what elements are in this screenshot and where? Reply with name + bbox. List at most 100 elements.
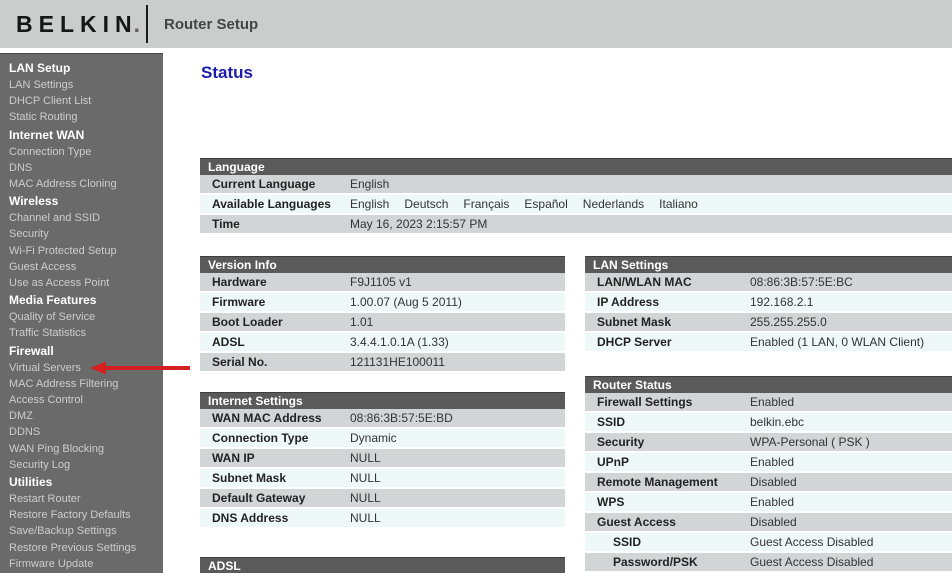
table-row: UPnP Enabled bbox=[585, 453, 952, 473]
row-value: NULL bbox=[350, 511, 381, 525]
internet-settings-table-header: Internet Settings bbox=[200, 392, 565, 409]
sidebar-item-quality-of-service[interactable]: Quality of Service bbox=[9, 309, 163, 325]
table-row: Connection Type Dynamic bbox=[200, 429, 565, 449]
row-value: 121131HE100011 bbox=[350, 355, 445, 369]
language-table: Language Current Language English Available… bbox=[200, 158, 952, 235]
row-value: Dynamic bbox=[350, 431, 397, 445]
row-value: May 16, 2023 2:15:57 PM bbox=[350, 217, 488, 231]
sidebar-item-virtual-servers[interactable]: Virtual Servers bbox=[9, 360, 163, 376]
row-value: belkin.ebc bbox=[750, 415, 805, 429]
row-label: ADSL bbox=[212, 335, 245, 349]
sidebar-item-use-as-access-point[interactable]: Use as Access Point bbox=[9, 275, 163, 291]
sidebar-item-wi-fi-protected-setup[interactable]: Wi-Fi Protected Setup bbox=[9, 243, 163, 259]
adsl-table-header: ADSL bbox=[200, 557, 565, 573]
sidebar-item-save-backup-settings[interactable]: Save/Backup Settings bbox=[9, 523, 163, 539]
table-row: IP Address 192.168.2.1 bbox=[585, 293, 952, 313]
header-divider bbox=[146, 5, 149, 43]
table-row: Hardware F9J1105 v1 bbox=[200, 273, 565, 293]
table-row: SSID belkin.ebc bbox=[585, 413, 952, 433]
row-label: Time bbox=[212, 217, 240, 231]
sidebar-item-internet-wan: Internet WAN bbox=[9, 127, 85, 142]
language-option[interactable]: Español bbox=[524, 197, 567, 211]
row-label: Remote Management bbox=[597, 475, 718, 489]
row-label: Connection Type bbox=[212, 431, 309, 445]
sidebar-item-restore-previous-settings[interactable]: Restore Previous Settings bbox=[9, 540, 163, 556]
row-label: SSID bbox=[613, 535, 642, 549]
row-value: NULL bbox=[350, 491, 381, 505]
sidebar-item-security-log[interactable]: Security Log bbox=[9, 457, 163, 473]
sidebar-item-media-features: Media Features bbox=[9, 293, 97, 308]
row-label: Subnet Mask bbox=[597, 315, 672, 329]
sidebar-item-lan-settings[interactable]: LAN Settings bbox=[9, 77, 163, 93]
row-label: Security bbox=[597, 435, 645, 449]
row-label: Firewall Settings bbox=[597, 395, 693, 409]
table-row: Subnet Mask 255.255.255.0 bbox=[585, 313, 952, 333]
sidebar-item-traffic-statistics[interactable]: Traffic Statistics bbox=[9, 325, 163, 341]
row-label: LAN/WLAN MAC bbox=[597, 275, 692, 289]
row-value: 1.00.07 (Aug 5 2011) bbox=[350, 295, 462, 309]
table-row: Default Gateway NULL bbox=[200, 489, 565, 509]
table-row: Remote Management Disabled bbox=[585, 473, 952, 493]
row-value: Guest Access Disabled bbox=[750, 535, 874, 549]
row-value: English Deutsch Français Español Nederlands I… bbox=[350, 195, 713, 213]
sidebar-item-wireless: Wireless bbox=[9, 194, 59, 209]
sidebar-item-dns[interactable]: DNS bbox=[9, 160, 163, 176]
row-label: IP Address bbox=[597, 295, 660, 309]
app-header: BELKIN. Router Setup bbox=[0, 0, 952, 48]
row-value: 3.4.4.1.0.1A (1.33) bbox=[350, 335, 449, 349]
sidebar-item-wan-ping-blocking[interactable]: WAN Ping Blocking bbox=[9, 441, 163, 457]
row-label: Available Languages bbox=[212, 197, 331, 211]
sidebar-item-access-control[interactable]: Access Control bbox=[9, 392, 163, 408]
table-row: Boot Loader 1.01 bbox=[200, 313, 565, 333]
app-title: Router Setup bbox=[164, 15, 259, 33]
page-title: Status bbox=[201, 63, 253, 82]
row-label: WAN MAC Address bbox=[212, 411, 322, 425]
row-value: NULL bbox=[350, 451, 381, 465]
sidebar-item-ddns[interactable]: DDNS bbox=[9, 424, 163, 440]
row-value: English bbox=[350, 177, 390, 191]
row-label: SSID bbox=[597, 415, 626, 429]
sidebar-item-guest-access[interactable]: Guest Access bbox=[9, 259, 163, 275]
row-value: WPA-Personal ( PSK ) bbox=[750, 435, 870, 449]
sidebar-item-security[interactable]: Security bbox=[9, 226, 163, 242]
sidebar-item-channel-and-ssid[interactable]: Channel and SSID bbox=[9, 210, 163, 226]
language-option[interactable]: English bbox=[350, 197, 389, 211]
language-option[interactable]: Deutsch bbox=[404, 197, 448, 211]
table-row: SSID Guest Access Disabled bbox=[585, 533, 952, 553]
row-label: Boot Loader bbox=[212, 315, 283, 329]
row-value: 1.01 bbox=[350, 315, 374, 329]
table-row: Firmware 1.00.07 (Aug 5 2011) bbox=[200, 293, 565, 313]
row-label: Default Gateway bbox=[212, 491, 306, 505]
table-row: WAN IP NULL bbox=[200, 449, 565, 469]
row-label: DHCP Server bbox=[597, 335, 672, 349]
sidebar-item-mac-address-cloning[interactable]: MAC Address Cloning bbox=[9, 176, 163, 192]
row-value: Enabled bbox=[750, 495, 795, 509]
row-value: 192.168.2.1 bbox=[750, 295, 814, 309]
sidebar-item-mac-address-filtering[interactable]: MAC Address Filtering bbox=[9, 376, 163, 392]
sidebar-item-connection-type[interactable]: Connection Type bbox=[9, 144, 163, 160]
row-label: Subnet Mask bbox=[212, 471, 287, 485]
language-option[interactable]: Français bbox=[463, 197, 509, 211]
row-label: WPS bbox=[597, 495, 625, 509]
row-label: Current Language bbox=[212, 177, 316, 191]
language-option[interactable]: Italiano bbox=[659, 197, 698, 211]
sidebar-item-restore-factory-defaults[interactable]: Restore Factory Defaults bbox=[9, 507, 163, 523]
table-row: LAN/WLAN MAC 08:86:3B:57:5E:BC bbox=[585, 273, 952, 293]
table-row: Time May 16, 2023 2:15:57 PM bbox=[200, 215, 952, 235]
table-row: DHCP Server Enabled (1 LAN, 0 WLAN Client… bbox=[585, 333, 952, 353]
sidebar-item-dmz[interactable]: DMZ bbox=[9, 408, 163, 424]
table-row: ADSL 3.4.4.1.0.1A (1.33) bbox=[200, 333, 565, 353]
sidebar-item-dhcp-client-list[interactable]: DHCP Client List bbox=[9, 93, 163, 109]
sidebar-item-static-routing[interactable]: Static Routing bbox=[9, 109, 163, 125]
row-value: Enabled bbox=[750, 455, 795, 469]
row-value: 08:86:3B:57:5E:BC bbox=[750, 275, 853, 289]
table-row: Password/PSK Guest Access Disabled bbox=[585, 553, 952, 573]
sidebar-item-firmware-update[interactable]: Firmware Update bbox=[9, 556, 163, 572]
table-row: Subnet Mask NULL bbox=[200, 469, 565, 489]
table-row: Guest Access Disabled bbox=[585, 513, 952, 533]
table-row: Security WPA-Personal ( PSK ) bbox=[585, 433, 952, 453]
sidebar-item-restart-router[interactable]: Restart Router bbox=[9, 491, 163, 507]
adsl-table: ADSL bbox=[200, 557, 565, 573]
table-row: WAN MAC Address 08:86:3B:57:5E:BD bbox=[200, 409, 565, 429]
language-option[interactable]: Nederlands bbox=[583, 197, 644, 211]
